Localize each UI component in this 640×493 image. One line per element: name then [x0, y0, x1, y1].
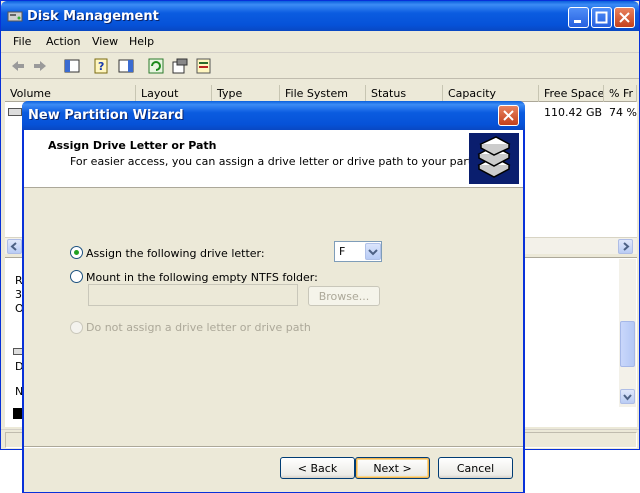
minimize-button[interactable] — [568, 7, 589, 28]
volume-icon — [8, 108, 22, 116]
column-status[interactable]: Status — [366, 85, 443, 102]
column-volume[interactable]: Volume — [5, 85, 136, 102]
maximize-button[interactable] — [591, 7, 612, 28]
properties-pane-icon[interactable] — [117, 57, 135, 75]
wizard-close-button[interactable] — [498, 105, 519, 126]
radio-no-drive-letter[interactable] — [70, 321, 83, 334]
wizard-title: New Partition Wizard — [28, 108, 184, 123]
new-partition-wizard-dialog: New Partition Wizard Assign Drive Letter… — [22, 101, 525, 493]
volume-row-icon — [8, 106, 22, 119]
scroll-right-button[interactable] — [618, 239, 633, 254]
show-hide-console-tree-icon[interactable] — [63, 57, 81, 75]
menu-file[interactable]: File — [13, 35, 31, 48]
label-mount-ntfs-folder[interactable]: Mount in the following empty NTFS folder… — [86, 271, 318, 284]
column-file-system[interactable]: File System — [280, 85, 366, 102]
ntfs-folder-path-input[interactable] — [88, 284, 298, 306]
vertical-scrollbar[interactable] — [619, 259, 636, 407]
wizard-disk-stack-icon — [469, 133, 519, 184]
main-titlebar[interactable]: Disk Management — [1, 1, 639, 31]
wizard-titlebar[interactable]: New Partition Wizard — [22, 101, 525, 130]
column-free-space[interactable]: Free Space — [539, 85, 604, 102]
wizard-step-title: Assign Drive Letter or Path — [48, 139, 217, 152]
help-icon[interactable]: ? — [93, 57, 111, 75]
chevron-down-icon — [623, 394, 632, 401]
menu-bar: File Action View Help — [1, 31, 639, 53]
disk-management-icon — [7, 11, 23, 22]
radio-mount-ntfs-folder[interactable] — [70, 270, 83, 283]
scroll-down-button[interactable] — [620, 389, 635, 404]
close-button[interactable] — [614, 7, 635, 28]
scrollbar-thumb[interactable] — [620, 321, 635, 367]
cancel-button[interactable]: Cancel — [438, 457, 513, 479]
main-window-title: Disk Management — [27, 9, 159, 24]
chevron-right-icon — [623, 242, 630, 251]
back-arrow-icon[interactable] — [9, 57, 27, 75]
row-free-space: 110.42 GB — [544, 106, 603, 119]
drive-letter-dropdown-button[interactable] — [365, 243, 381, 260]
close-icon — [619, 12, 630, 23]
minimize-icon — [574, 20, 581, 23]
back-button[interactable]: < Back — [280, 457, 355, 479]
menu-view[interactable]: View — [92, 35, 118, 48]
row-percent-free: 74 % — [609, 106, 637, 119]
volume-list-header: Volume Layout Type File System Status Ca… — [5, 85, 637, 102]
properties-icon[interactable] — [171, 57, 189, 75]
forward-arrow-icon[interactable] — [31, 57, 49, 75]
drive-letter-select[interactable]: F — [334, 241, 382, 262]
column-type[interactable]: Type — [212, 85, 280, 102]
maximize-icon — [595, 11, 608, 24]
wizard-header: Assign Drive Letter or Path For easier a… — [24, 130, 523, 188]
column-percent-free[interactable]: % Fr — [604, 85, 637, 102]
wizard-step-description: For easier access, you can assign a driv… — [70, 155, 500, 168]
next-button[interactable]: Next > — [355, 457, 430, 479]
chevron-left-icon — [10, 242, 17, 251]
toolbar: ? — [1, 53, 639, 79]
chevron-down-icon — [368, 249, 378, 256]
browse-button[interactable]: Browse... — [308, 286, 380, 306]
radio-assign-drive-letter[interactable] — [70, 246, 83, 259]
menu-action[interactable]: Action — [46, 35, 80, 48]
close-icon — [503, 110, 514, 121]
scroll-left-button[interactable] — [7, 239, 22, 254]
label-assign-drive-letter[interactable]: Assign the following drive letter: — [86, 247, 265, 260]
menu-help[interactable]: Help — [129, 35, 154, 48]
wizard-footer-separator — [24, 446, 523, 448]
status-segment-side — [519, 432, 637, 448]
refresh-icon[interactable] — [147, 57, 165, 75]
column-layout[interactable]: Layout — [136, 85, 212, 102]
svg-text:?: ? — [98, 60, 104, 73]
disk-label-letter-2: 3 — [15, 288, 22, 301]
disk-list-icon[interactable] — [195, 57, 213, 75]
label-no-drive-letter[interactable]: Do not assign a drive letter or drive pa… — [86, 321, 311, 334]
column-capacity[interactable]: Capacity — [443, 85, 539, 102]
drive-letter-value: F — [339, 245, 346, 258]
